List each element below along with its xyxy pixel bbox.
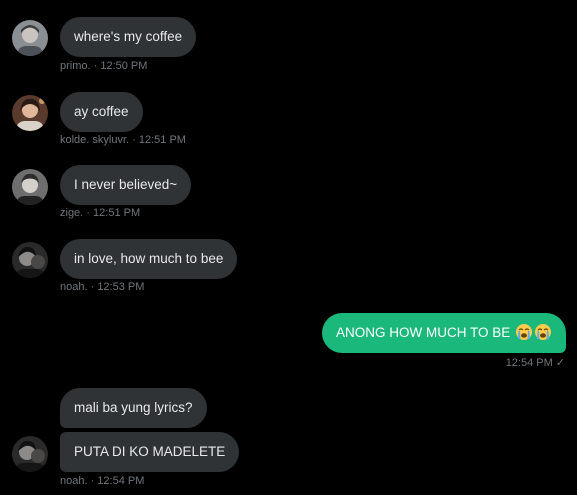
timestamp: 12:53 PM	[97, 281, 145, 293]
author-name[interactable]: kolde. skyluvr.	[60, 134, 129, 146]
message-thread: where's my coffee primo. · 12:50 PM ay c…	[0, 0, 577, 495]
meta-separator: ·	[83, 207, 94, 219]
avatar-primo-image	[12, 20, 48, 56]
timestamp: 12:51 PM	[93, 207, 141, 219]
own-message-bubble[interactable]: ANONG HOW MUCH TO BE	[321, 313, 566, 353]
avatar[interactable]	[12, 95, 48, 131]
sent-check-icon: ✓	[555, 357, 565, 369]
timestamp: 12:54 PM	[505, 357, 553, 369]
meta-separator: ·	[87, 281, 98, 293]
own-message-text: ANONG HOW MUCH TO BE	[335, 325, 511, 340]
meta-separator: ·	[90, 60, 101, 72]
message-bubble[interactable]: I never believed~	[60, 165, 192, 205]
timestamp: 12:51 PM	[138, 134, 186, 146]
message-bubble[interactable]: ay coffee	[60, 92, 143, 132]
message-meta: primo. · 12:50 PM	[60, 60, 147, 72]
message-meta: zige. · 12:51 PM	[60, 207, 140, 219]
message-bubble[interactable]: mali ba yung lyrics?	[60, 388, 207, 428]
avatar-zige-image	[12, 169, 48, 205]
avatar-kolde-image	[12, 95, 48, 131]
message-bubble[interactable]: where's my coffee	[60, 17, 197, 57]
avatar[interactable]	[12, 20, 48, 56]
message-meta: noah. · 12:54 PM	[60, 475, 144, 487]
avatar[interactable]	[12, 436, 48, 472]
own-message-meta: 12:54 PM ✓	[506, 356, 565, 369]
author-name[interactable]: noah.	[60, 475, 88, 487]
author-name[interactable]: zige.	[60, 207, 83, 219]
author-name[interactable]: primo.	[60, 60, 91, 72]
loudly-crying-face-icon	[534, 317, 552, 340]
message-bubble[interactable]: in love, how much to bee	[60, 239, 238, 279]
avatar-noah-image	[12, 242, 48, 278]
meta-separator: ·	[129, 134, 139, 146]
author-name[interactable]: noah.	[60, 281, 88, 293]
timestamp: 12:54 PM	[97, 475, 145, 487]
message-bubble[interactable]: PUTA DI KO MADELETE	[60, 432, 240, 472]
avatar[interactable]	[12, 169, 48, 205]
avatar[interactable]	[12, 242, 48, 278]
meta-separator: ·	[87, 475, 98, 487]
avatar-noah-image	[12, 436, 48, 472]
timestamp: 12:50 PM	[100, 60, 148, 72]
message-meta: kolde. skyluvr. · 12:51 PM	[60, 134, 186, 146]
loudly-crying-face-icon	[515, 317, 533, 340]
message-meta: noah. · 12:53 PM	[60, 281, 144, 293]
